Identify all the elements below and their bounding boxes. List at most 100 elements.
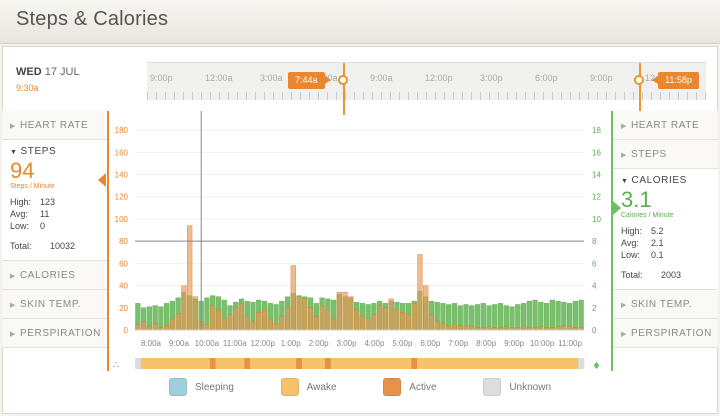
steps-label: STEPS <box>20 146 57 157</box>
calories-bar <box>567 303 573 331</box>
menu-item-perspiration-right[interactable]: ▶ PERSPIRATION <box>613 319 718 348</box>
left-metric-menu: ▶ HEART RATE ▼ STEPS 94 Steps / Minute Hig… <box>2 111 109 371</box>
steps-bar <box>354 309 360 331</box>
x-tick-label: 12:00p <box>250 339 275 348</box>
activity-strip-segment <box>555 358 562 369</box>
timeline-ruler <box>147 92 706 100</box>
activity-strip-segment <box>457 358 464 369</box>
chevron-right-icon: ▶ <box>621 123 627 130</box>
activity-strip-segment <box>175 358 182 369</box>
legend-swatch <box>483 378 502 396</box>
steps-bar <box>169 318 175 331</box>
activity-strip-segment <box>371 358 378 369</box>
activity-strip-segment <box>342 358 349 369</box>
activity-strip-segment <box>468 358 475 369</box>
app-frame: Steps & Calories WED 17 JUL 9:30a 9:00p … <box>0 0 720 416</box>
y-left-tick-label: 0 <box>124 326 129 335</box>
chevron-down-icon: ▼ <box>621 178 629 185</box>
activity-strip-segment <box>480 358 487 369</box>
menu-item-skin-temp-right[interactable]: ▶ SKIN TEMP. <box>613 290 718 319</box>
steps-bar <box>417 254 423 331</box>
calories-low: 0.1 <box>651 250 664 260</box>
steps-calories-chart[interactable]: 0 20 40 60 80 100 120 140 160 180 0 2 4 6 8 10 12 14 16 18 8… <box>110 111 610 373</box>
menu-item-skin-temp-left[interactable]: ▶ SKIN TEMP. <box>2 290 107 319</box>
menu-item-steps-right[interactable]: ▶ STEPS <box>613 140 718 169</box>
menu-item-heart-rate-left[interactable]: ▶ HEART RATE <box>2 111 107 140</box>
steps-bar <box>423 285 429 331</box>
menu-item-label: HEART RATE <box>630 120 700 131</box>
legend-item-sleeping: Sleeping <box>168 378 234 396</box>
x-tick-label: 9:00p <box>504 339 525 348</box>
timeline-tick: 12:00a <box>205 73 233 83</box>
y-right-tick-label: 18 <box>592 126 601 135</box>
activity-strip-segment <box>204 358 211 369</box>
steps-bar <box>204 324 210 331</box>
page-header: Steps & Calories <box>0 0 720 44</box>
activity-strip-segment <box>290 358 297 369</box>
chevron-right-icon: ▶ <box>10 273 16 280</box>
timeline-end-marker[interactable] <box>639 63 641 115</box>
steps-bar <box>405 314 412 331</box>
calories-bar <box>526 300 532 331</box>
steps-bar <box>279 316 285 331</box>
menu-item-label: STEPS <box>630 149 667 160</box>
calories-header: ▼ CALORIES <box>621 175 710 186</box>
menu-item-perspiration-left[interactable]: ▶ PERSPIRATION <box>2 319 107 348</box>
steps-bar <box>331 318 337 331</box>
steps-bar <box>152 323 158 331</box>
timeline-tick: 3:00a <box>260 73 283 83</box>
steps-header: ▼ STEPS <box>10 146 99 157</box>
steps-bar <box>307 307 314 331</box>
calories-current-value: 3.1 <box>621 187 652 212</box>
steps-bar <box>319 305 325 331</box>
stat-label: Avg: <box>621 238 639 248</box>
timeline-scrubber[interactable]: 9:00p 12:00a 3:00a 6:00a 9:00a 12:00p 3:… <box>147 62 706 115</box>
calories-unit: Calories / Minute <box>621 212 674 219</box>
y-left-tick-label: 160 <box>115 148 129 157</box>
legend-label: Awake <box>306 381 337 393</box>
timeline-end-handle[interactable] <box>634 75 644 85</box>
calories-bar <box>578 299 584 331</box>
chevron-right-icon: ▶ <box>621 331 627 338</box>
timeline-start-marker[interactable] <box>343 63 345 115</box>
activity-strip-segment <box>486 358 493 369</box>
steps-metric-panel[interactable]: ▼ STEPS 94 Steps / Minute High: 123 Avg: 11… <box>2 140 107 261</box>
steps-bar <box>377 305 383 331</box>
activity-strip-segment <box>284 358 291 369</box>
steps-bar <box>238 303 245 331</box>
calories-bar <box>509 306 515 331</box>
menu-item-heart-rate-right[interactable]: ▶ HEART RATE <box>613 111 718 140</box>
steps-bar <box>365 318 371 331</box>
activity-strip-segment <box>152 358 159 369</box>
y-right-tick-label: 12 <box>592 193 601 202</box>
timeline-tick: 12:00p <box>425 73 453 83</box>
activity-strip-segment <box>221 358 228 369</box>
calories-bar <box>538 302 544 331</box>
steps-bar <box>233 307 239 331</box>
steps-bar <box>411 303 417 331</box>
footsteps-icon: ∴ <box>113 360 119 371</box>
x-tick-label: 7:00p <box>448 339 469 348</box>
menu-item-calories-left[interactable]: ▶ CALORIES <box>2 261 107 290</box>
selected-time: 9:30a <box>16 83 39 93</box>
activity-strip-segment <box>509 358 516 369</box>
legend: Sleeping Awake Active Unknown <box>0 378 720 408</box>
steps-bar <box>400 312 406 331</box>
y-right-tick-label: 0 <box>592 326 597 335</box>
steps-bar <box>256 312 262 331</box>
calories-metric-panel[interactable]: ▼ CALORIES 3.1 Calories / Minute High: 5.2… <box>613 169 718 290</box>
activity-strip-segment <box>181 358 188 369</box>
date-display: WED 17 JUL 9:30a <box>16 66 80 93</box>
calories-bar <box>555 300 561 331</box>
menu-item-label: SKIN TEMP. <box>19 299 82 310</box>
legend-item-awake: Awake <box>280 378 337 396</box>
steps-bar <box>440 323 446 331</box>
date-value: 17 JUL <box>44 66 80 78</box>
timeline-start-handle[interactable] <box>338 75 348 85</box>
steps-avg: 11 <box>40 209 50 219</box>
date-label: WED 17 JUL <box>16 66 80 78</box>
calories-bar <box>497 303 504 331</box>
steps-bar <box>446 325 452 331</box>
steps-bar <box>359 316 365 331</box>
steps-bar <box>244 316 250 331</box>
